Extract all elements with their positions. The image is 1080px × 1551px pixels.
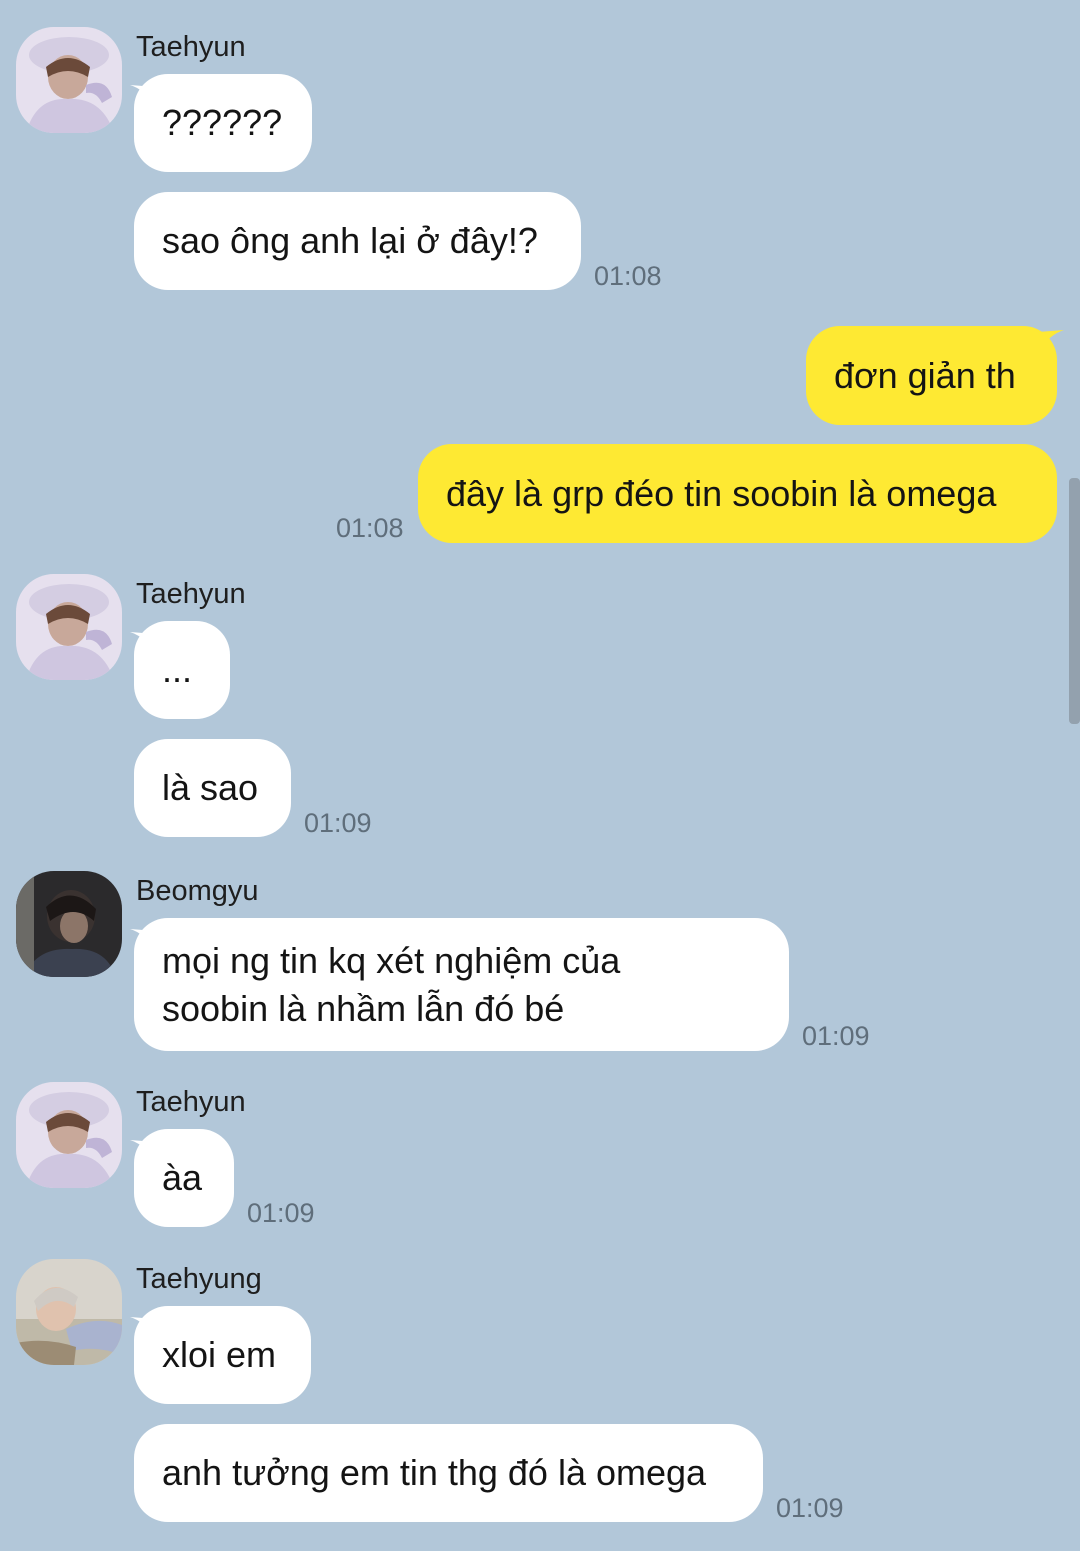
message-text: là sao [162,767,259,808]
message-timestamp: 01:08 [594,261,662,291]
message-timestamp: 01:09 [776,1493,844,1523]
message-text: mọi ng tin kq xét nghiệm của soobin là n… [162,939,621,1029]
message-bubble[interactable]: xloi em [134,1306,311,1404]
taehyun-avatar-icon[interactable] [16,574,122,680]
sender-name: Taehyun [136,31,246,63]
taehyun-avatar-icon[interactable] [16,27,122,133]
chat-room[interactable]: Taehyun ?????? sao ông anh lại ở đây!? 0… [0,0,1080,1551]
sender-name: Taehyung [136,1263,262,1295]
message-text: sao ông anh lại ở đây!? [162,220,538,261]
message-bubble[interactable]: àa [134,1129,234,1227]
scrollbar[interactable] [1069,478,1080,724]
message-bubble[interactable]: đơn giản th [806,326,1057,425]
sender-name: Taehyun [136,578,246,610]
message-timestamp: 01:09 [802,1021,870,1051]
taehyun-avatar-icon[interactable] [16,1082,122,1188]
sender-name: Beomgyu [136,875,259,907]
message-timestamp: 01:09 [304,808,372,838]
message-text: đơn giản th [834,354,1016,396]
beomgyu-avatar-icon[interactable] [16,871,122,977]
message-text: xloi em [162,1334,277,1375]
message-bubble[interactable]: mọi ng tin kq xét nghiệm của soobin là n… [134,918,789,1051]
sender-name: Taehyun [136,1086,246,1118]
message-bubble[interactable]: sao ông anh lại ở đây!? [134,192,581,290]
message-text: ?????? [162,102,283,143]
message-timestamp: 01:08 [336,513,404,543]
message-timestamp: 01:09 [247,1198,315,1228]
message-bubble[interactable]: ?????? [134,74,312,172]
message-text: àa [162,1157,203,1198]
taehyung-avatar-icon[interactable] [16,1259,122,1365]
message-text: ... [162,649,193,690]
message-bubble[interactable]: ... [134,621,230,719]
message-text: đây là grp đéo tin soobin là omega [446,472,997,514]
message-bubble[interactable]: anh tưởng em tin thg đó là omega [134,1424,763,1522]
message-text: anh tưởng em tin thg đó là omega [162,1452,707,1493]
message-bubble[interactable]: là sao [134,739,291,837]
message-bubble[interactable]: đây là grp đéo tin soobin là omega [418,444,1057,543]
